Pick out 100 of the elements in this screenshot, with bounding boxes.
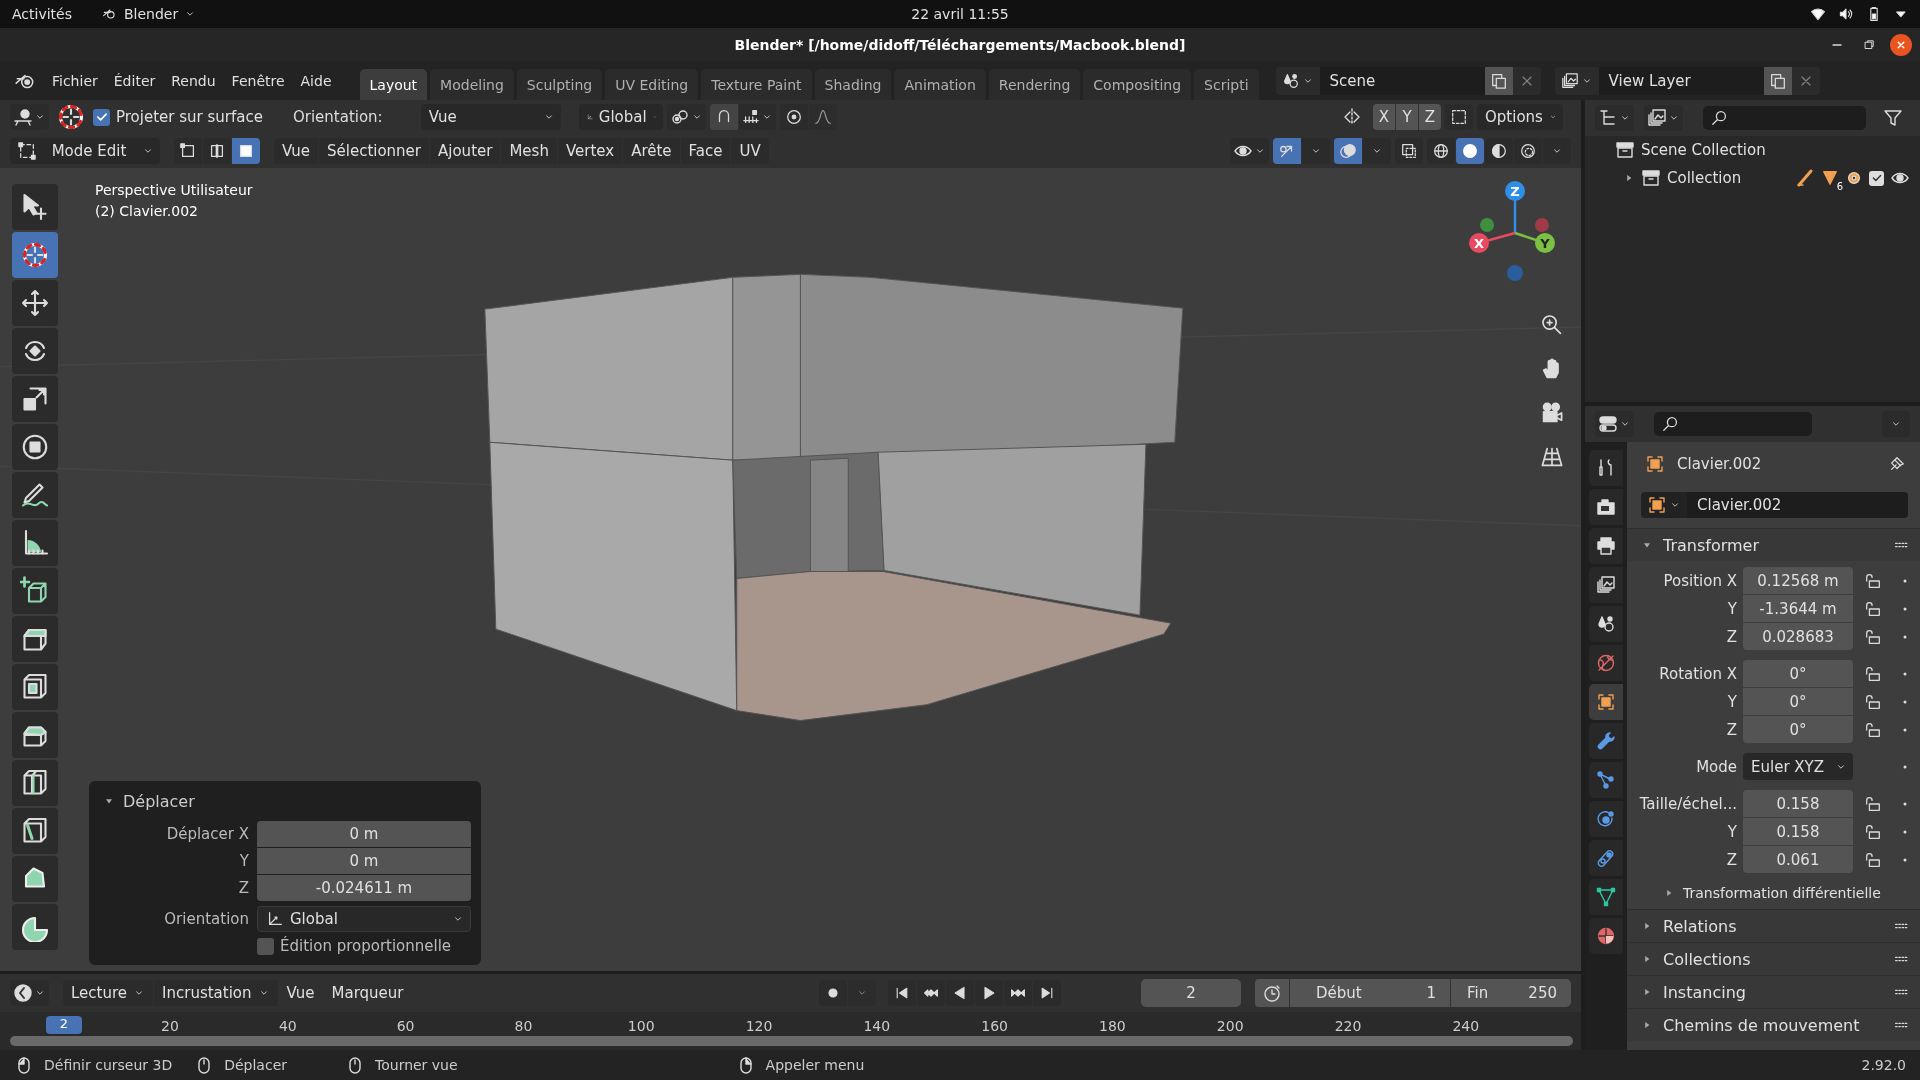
property-label: Z bbox=[1725, 627, 1737, 646]
panel-header[interactable]: Collections bbox=[1663, 949, 1751, 969]
menu-item[interactable]: Fenêtre bbox=[223, 69, 293, 93]
mirror-axis-toggle[interactable]: Y bbox=[1396, 104, 1418, 130]
operator-title[interactable]: Déplacer bbox=[123, 791, 195, 811]
timeline-menu[interactable]: Vue bbox=[278, 980, 323, 1006]
workspace-tab[interactable]: Sculpting bbox=[516, 69, 603, 100]
menu-item[interactable]: Rendu bbox=[163, 69, 224, 93]
panel-header[interactable]: Relations bbox=[1663, 916, 1737, 936]
orientation-dropdown[interactable]: Global bbox=[257, 906, 471, 932]
property-label: Taille/échel... bbox=[1638, 794, 1737, 813]
axis-gizmo[interactable]: X Y Z bbox=[1455, 173, 1575, 303]
proportional-checkbox[interactable]: Édition proportionnelle bbox=[257, 937, 471, 955]
property-label: Y bbox=[1726, 599, 1737, 618]
mode-dropdown[interactable]: Mode Edit bbox=[10, 138, 160, 164]
workspace-tab[interactable]: Animation bbox=[894, 69, 986, 100]
number-field[interactable]: 0.061 bbox=[1743, 846, 1853, 873]
status-hint: Déplacer bbox=[224, 1057, 287, 1073]
frame-number: 60 bbox=[396, 1018, 415, 1034]
frame-number: 40 bbox=[278, 1018, 297, 1034]
property-label: Z bbox=[1725, 720, 1737, 739]
property-label: Mode bbox=[1695, 757, 1737, 776]
header-menu[interactable]: Ajouter bbox=[430, 138, 501, 164]
workspace-tab[interactable]: Modeling bbox=[430, 69, 514, 100]
number-field[interactable]: -1.3644 m bbox=[1743, 595, 1853, 622]
menu-item[interactable]: Fichier bbox=[44, 69, 106, 93]
status-hint: Appeler menu bbox=[765, 1057, 865, 1073]
playhead-frame[interactable]: 2 bbox=[45, 1016, 82, 1034]
number-field[interactable]: 0° bbox=[1743, 688, 1853, 715]
header-menu[interactable]: Arête bbox=[623, 138, 680, 164]
scene-name-field[interactable]: Scene bbox=[1319, 67, 1485, 95]
transform-orientation-dropdown[interactable]: Global bbox=[578, 104, 663, 130]
timeline-menu-dropdown[interactable]: Lecture bbox=[63, 980, 154, 1006]
clock: 22 avril 11:55 bbox=[911, 6, 1009, 22]
property-label: Rotation X bbox=[1658, 664, 1737, 683]
workspace-tab[interactable]: Texture Paint bbox=[701, 69, 812, 100]
orientation-label: Orientation: bbox=[292, 108, 383, 126]
child-count-label: 6 bbox=[1836, 181, 1843, 192]
frame-number: 200 bbox=[1216, 1018, 1244, 1034]
number-field[interactable]: 0.12568 m bbox=[1743, 567, 1853, 594]
header-menu[interactable]: UV bbox=[731, 138, 769, 164]
frame-number: 120 bbox=[745, 1018, 773, 1034]
current-frame-field[interactable]: 2 bbox=[1141, 979, 1241, 1007]
header-menu[interactable]: Mesh bbox=[501, 138, 557, 164]
workspace-tab[interactable]: Layout bbox=[359, 69, 428, 100]
field-label: Orientation bbox=[163, 910, 249, 928]
frame-number: 140 bbox=[863, 1018, 891, 1034]
end-frame-field[interactable]: Fin 250 bbox=[1451, 979, 1571, 1007]
number-field[interactable]: 0 m bbox=[257, 821, 471, 847]
status-hint: Définir curseur 3D bbox=[44, 1057, 173, 1073]
outliner-item[interactable]: Collection bbox=[1667, 169, 1742, 187]
workspace-tab[interactable]: Shading bbox=[814, 69, 892, 100]
workspace-tab[interactable]: Scripti bbox=[1194, 69, 1259, 100]
subpanel-header[interactable]: Transformation différentielle bbox=[1683, 885, 1881, 901]
mirror-axis-toggle[interactable]: X bbox=[1373, 104, 1395, 130]
header-menu[interactable]: Sélectionner bbox=[319, 138, 429, 164]
number-field[interactable]: 0° bbox=[1743, 716, 1853, 743]
orientation-dropdown[interactable]: Vue bbox=[420, 104, 561, 130]
viewport-info-text: Perspective Utilisateur bbox=[95, 182, 253, 198]
object-name-field[interactable]: Clavier.002 bbox=[1687, 492, 1908, 518]
timeline-menu[interactable]: Marqueur bbox=[323, 980, 412, 1006]
menu-item[interactable]: Éditer bbox=[105, 69, 164, 93]
number-field[interactable]: 0.158 bbox=[1743, 818, 1853, 845]
panel-header[interactable]: Transformer bbox=[1663, 535, 1759, 555]
panel-header[interactable]: Instancing bbox=[1663, 982, 1746, 1002]
window-title: Blender* [/home/didoff/Téléchargements/Macbook.blend] bbox=[734, 37, 1186, 53]
header-menu[interactable]: Face bbox=[680, 138, 731, 164]
workspace-tab[interactable]: Rendering bbox=[988, 69, 1081, 100]
number-field[interactable]: 0.028683 bbox=[1743, 623, 1853, 650]
viewport-info-text: (2) Clavier.002 bbox=[95, 203, 199, 219]
number-field[interactable]: 0.158 bbox=[1743, 790, 1853, 817]
workspace-tab[interactable]: Compositing bbox=[1083, 69, 1192, 100]
header-menu[interactable]: Vertex bbox=[557, 138, 623, 164]
checkbox-label: Édition proportionnelle bbox=[280, 937, 452, 955]
field-label: Y bbox=[238, 852, 249, 870]
header-menu[interactable]: Vue bbox=[274, 138, 318, 164]
status-hint: Tourner vue bbox=[375, 1057, 458, 1073]
object-name: Clavier.002 bbox=[1677, 455, 1762, 473]
frame-number: 160 bbox=[981, 1018, 1008, 1034]
timeline-menu-dropdown[interactable]: Incrustation bbox=[154, 980, 278, 1006]
frame-number: 20 bbox=[161, 1018, 179, 1034]
start-frame-field[interactable]: Début 1 bbox=[1290, 979, 1450, 1007]
workspace-tab[interactable]: UV Editing bbox=[605, 69, 699, 100]
number-field[interactable]: 0 m bbox=[257, 848, 471, 874]
frame-number: 80 bbox=[514, 1018, 533, 1034]
view-layer-name-field[interactable]: View Layer bbox=[1598, 67, 1764, 95]
app-menu-button[interactable]: Blender bbox=[102, 6, 197, 22]
number-field[interactable]: 0° bbox=[1743, 660, 1853, 687]
outliner-item[interactable]: Scene Collection bbox=[1641, 141, 1766, 159]
number-field[interactable]: -0.024611 m bbox=[257, 875, 471, 901]
frame-number: 100 bbox=[627, 1018, 655, 1034]
frame-number: 180 bbox=[1099, 1018, 1126, 1034]
version-text: 2.92.0 bbox=[1861, 1057, 1906, 1073]
rotation-mode-dropdown[interactable]: Euler XYZ bbox=[1743, 753, 1853, 780]
menu-item[interactable]: Aide bbox=[292, 69, 340, 93]
options-dropdown[interactable]: Options bbox=[1477, 104, 1563, 130]
activities-button[interactable]: Activités bbox=[12, 6, 72, 22]
property-label: Y bbox=[1726, 822, 1737, 841]
field-label: Déplacer X bbox=[165, 825, 249, 843]
mirror-axis-toggle[interactable]: Z bbox=[1419, 104, 1441, 130]
